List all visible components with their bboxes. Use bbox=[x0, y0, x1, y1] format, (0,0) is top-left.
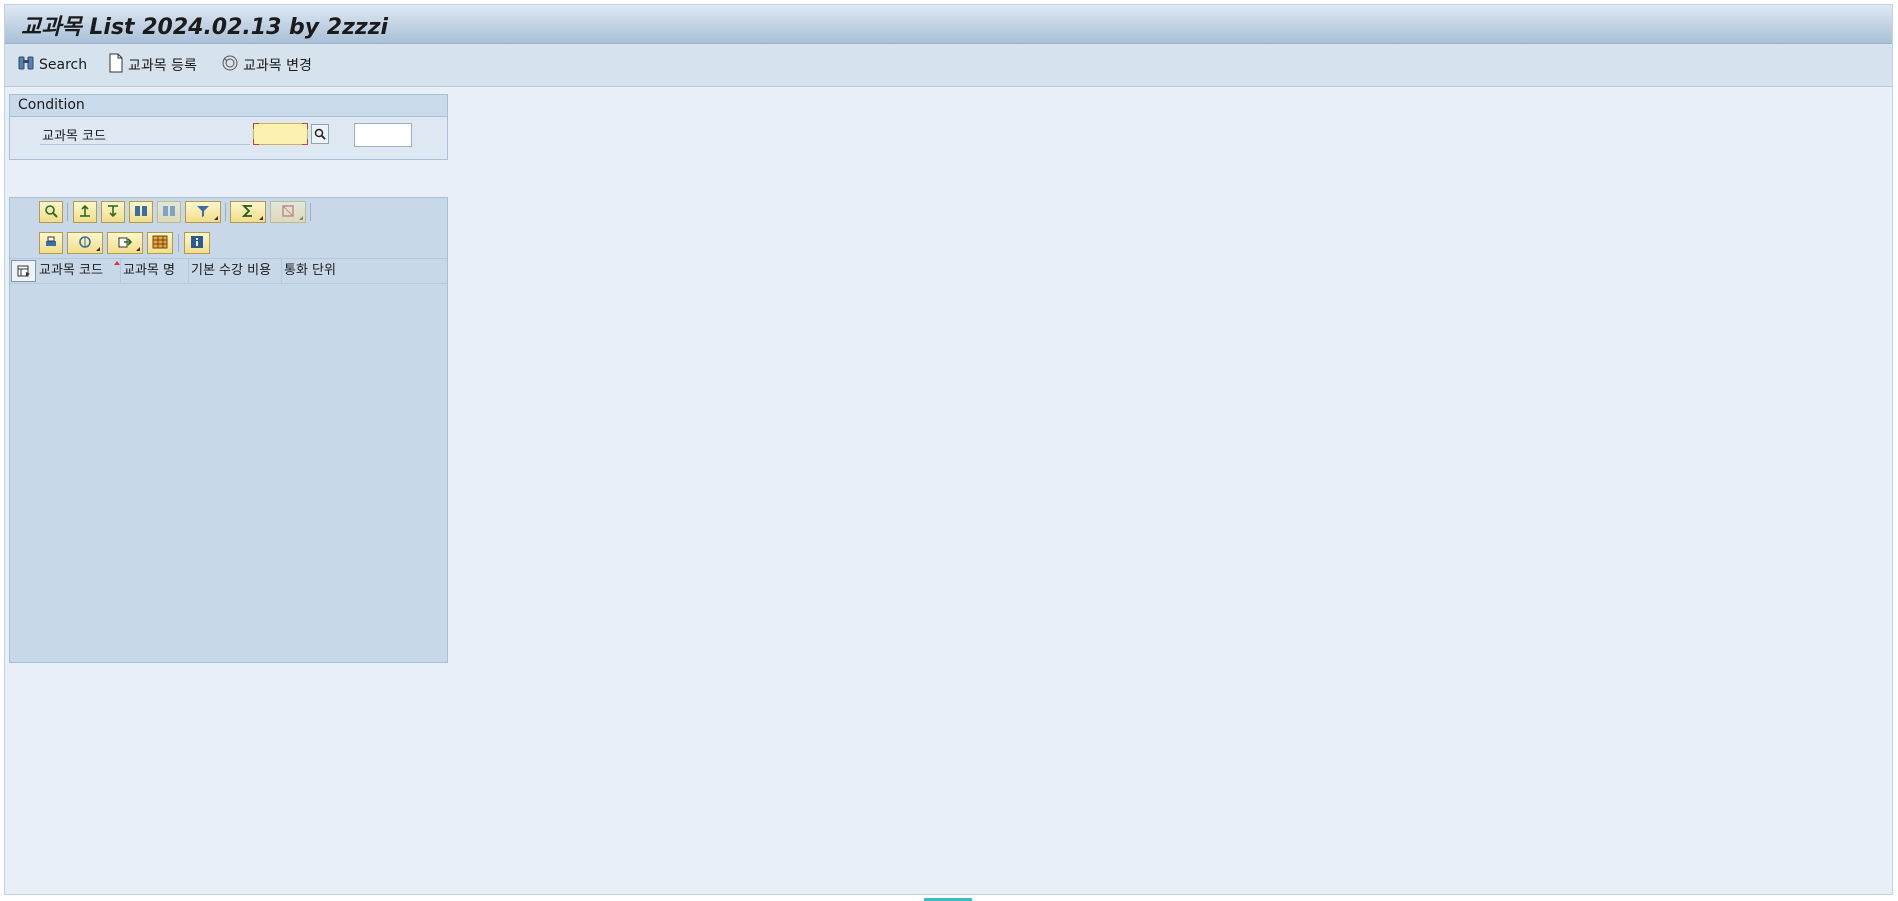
subject-code-to-input[interactable] bbox=[354, 123, 412, 147]
separator bbox=[178, 234, 179, 252]
required-mark bbox=[253, 139, 259, 145]
print-button[interactable] bbox=[39, 232, 63, 254]
info-icon bbox=[190, 234, 204, 253]
search-button[interactable]: Search bbox=[17, 53, 87, 77]
column-header-subject-name[interactable]: 교과목 명 bbox=[121, 259, 189, 283]
new-document-icon bbox=[108, 53, 128, 77]
dropdown-arrow-icon bbox=[259, 216, 263, 220]
change-button[interactable]: 교과목 변경 bbox=[221, 53, 312, 77]
binoculars-icon bbox=[17, 54, 39, 76]
required-mark bbox=[302, 123, 308, 129]
views-button[interactable] bbox=[67, 232, 103, 254]
subject-code-label: 교과목 코드 bbox=[42, 129, 106, 144]
layout-icon bbox=[152, 234, 168, 253]
search-label: Search bbox=[39, 57, 88, 73]
sort-ascending-button[interactable] bbox=[73, 201, 97, 223]
sort-descending-icon bbox=[106, 203, 120, 222]
find-button[interactable] bbox=[129, 201, 153, 223]
info-button[interactable] bbox=[184, 232, 210, 254]
separator bbox=[225, 203, 226, 221]
alv-grid: 교과목 코드 교과목 명 기본 수강 비용 통화 단위 bbox=[9, 197, 448, 663]
filter-icon bbox=[196, 203, 210, 222]
find-next-icon bbox=[162, 203, 176, 222]
details-icon bbox=[44, 203, 58, 222]
dropdown-arrow-icon bbox=[214, 216, 218, 220]
required-mark bbox=[302, 139, 308, 145]
sum-button[interactable] bbox=[230, 201, 266, 223]
find-next-button[interactable] bbox=[157, 201, 181, 223]
filter-button[interactable] bbox=[185, 201, 221, 223]
application-toolbar: Search 교과목 등록 교과목 변경 bbox=[5, 44, 1892, 87]
title-bar: 교과목 List 2024.02.13 by 2zzzi bbox=[5, 5, 1892, 44]
subtotal-button[interactable] bbox=[270, 201, 306, 223]
separator bbox=[67, 203, 68, 221]
sap-window: 교과목 List 2024.02.13 by 2zzzi Search 교과목 … bbox=[4, 4, 1893, 895]
sort-ascending-icon bbox=[78, 203, 92, 222]
value-help-button[interactable] bbox=[311, 124, 329, 144]
selection-panel: Condition 교과목 코드 bbox=[9, 94, 448, 160]
subject-code-from-input[interactable] bbox=[253, 123, 308, 145]
table-settings-icon bbox=[17, 262, 31, 281]
export-icon bbox=[118, 234, 133, 253]
export-button[interactable] bbox=[107, 232, 143, 254]
panel-header: Condition bbox=[10, 95, 447, 117]
sum-icon bbox=[241, 203, 255, 222]
magnifier-icon bbox=[314, 125, 326, 144]
sort-indicator-icon bbox=[114, 261, 120, 265]
label-underline bbox=[40, 144, 250, 145]
register-button[interactable]: 교과목 등록 bbox=[108, 53, 197, 77]
column-header-currency[interactable]: 통화 단위 bbox=[282, 259, 344, 283]
subtotal-icon bbox=[281, 203, 295, 222]
dropdown-arrow-icon bbox=[136, 247, 140, 251]
print-icon bbox=[44, 234, 58, 253]
column-header-base-fee[interactable]: 기본 수강 비용 bbox=[189, 259, 282, 283]
details-button[interactable] bbox=[39, 201, 63, 223]
sort-descending-button[interactable] bbox=[101, 201, 125, 223]
separator bbox=[310, 203, 311, 221]
views-icon bbox=[78, 234, 92, 253]
dropdown-arrow-icon bbox=[96, 247, 100, 251]
display-change-icon bbox=[221, 54, 243, 76]
register-label: 교과목 등록 bbox=[128, 58, 197, 74]
dropdown-arrow-icon bbox=[299, 216, 303, 220]
column-header-subject-code[interactable]: 교과목 코드 bbox=[37, 259, 121, 283]
layout-grid-button[interactable] bbox=[147, 232, 173, 254]
change-label: 교과목 변경 bbox=[243, 58, 312, 74]
page-title: 교과목 List 2024.02.13 by 2zzzi bbox=[21, 15, 389, 40]
select-layout-button[interactable] bbox=[11, 260, 36, 282]
find-icon bbox=[134, 203, 148, 222]
column-header-row: 교과목 코드 교과목 명 기본 수강 비용 통화 단위 bbox=[10, 258, 447, 284]
required-mark bbox=[253, 123, 259, 129]
